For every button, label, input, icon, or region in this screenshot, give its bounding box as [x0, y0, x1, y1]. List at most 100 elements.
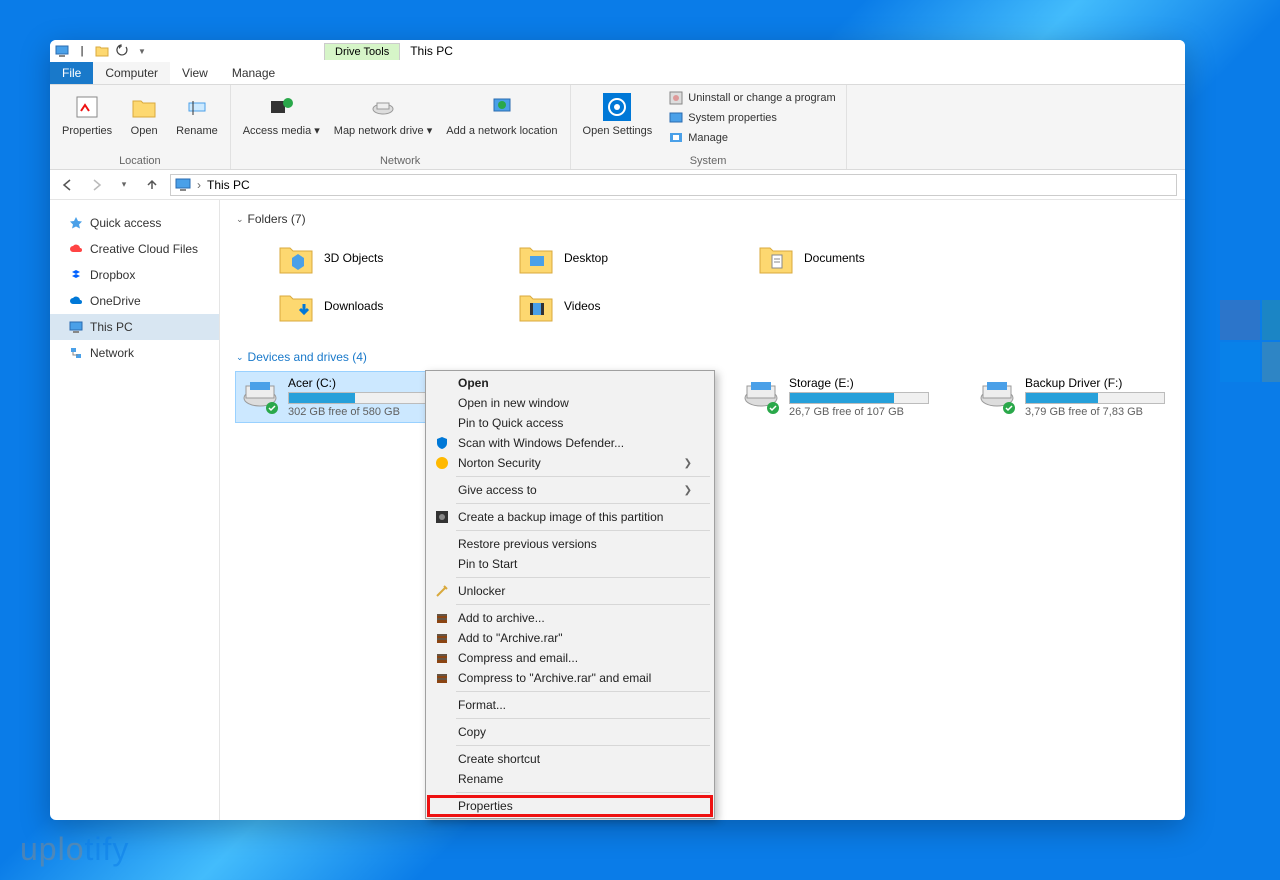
- group-label-network: Network: [239, 153, 562, 167]
- access-media-button[interactable]: Access media ▾: [239, 89, 324, 139]
- ribbon-group-location: Properties Open Rename Location: [50, 85, 231, 169]
- sidebar-item-onedrive[interactable]: OneDrive: [50, 288, 219, 314]
- separator: [456, 503, 710, 504]
- drive-c[interactable]: Acer (C:) 302 GB free of 580 GB: [236, 372, 432, 422]
- cm-restore-versions[interactable]: Restore previous versions: [428, 534, 712, 554]
- cm-give-access[interactable]: Give access to❯: [428, 480, 712, 500]
- sidebar-item-creative-cloud[interactable]: Creative Cloud Files: [50, 236, 219, 262]
- uninstall-program-button[interactable]: Uninstall or change a program: [666, 89, 837, 107]
- map-network-drive-button[interactable]: Map network drive ▾: [330, 89, 436, 139]
- folder-icon: [276, 286, 316, 326]
- devices-header[interactable]: ⌄Devices and drives (4): [236, 350, 1169, 364]
- ribbon: Properties Open Rename Location Access m…: [50, 85, 1185, 170]
- sidebar-item-dropbox[interactable]: Dropbox: [50, 262, 219, 288]
- cm-pin-start[interactable]: Pin to Start: [428, 554, 712, 574]
- drive-e[interactable]: Storage (E:) 26,7 GB free of 107 GB: [737, 372, 933, 422]
- cm-compress-rar-email[interactable]: Compress to "Archive.rar" and email: [428, 668, 712, 688]
- norton-icon: [434, 455, 450, 471]
- open-settings-button[interactable]: Open Settings: [579, 89, 657, 147]
- tab-manage[interactable]: Manage: [220, 62, 287, 84]
- manage-button[interactable]: Manage: [666, 129, 837, 147]
- wand-icon: [434, 583, 450, 599]
- ribbon-tabs: File Computer View Manage: [50, 62, 1185, 85]
- this-pc-icon: [54, 43, 70, 59]
- folder-icon[interactable]: [94, 43, 110, 59]
- folder-icon: [756, 238, 796, 278]
- this-pc-icon: [175, 178, 191, 192]
- drive-f[interactable]: Backup Driver (F:) 3,79 GB free of 7,83 …: [973, 372, 1169, 422]
- cm-backup-image[interactable]: Create a backup image of this partition: [428, 507, 712, 527]
- nav-back-icon[interactable]: [58, 175, 78, 195]
- cm-format[interactable]: Format...: [428, 695, 712, 715]
- context-menu: Open Open in new window Pin to Quick acc…: [425, 370, 715, 819]
- star-icon: [68, 215, 84, 231]
- folder-3d-objects[interactable]: 3D Objects: [276, 234, 456, 282]
- navigation-pane: Quick access Creative Cloud Files Dropbo…: [50, 200, 220, 820]
- tab-file[interactable]: File: [50, 62, 93, 84]
- separator: [456, 577, 710, 578]
- system-properties-button[interactable]: System properties: [666, 109, 837, 127]
- open-button[interactable]: Open: [122, 89, 166, 139]
- folder-documents[interactable]: Documents: [756, 234, 936, 282]
- shield-icon: [434, 435, 450, 451]
- add-network-location-button[interactable]: Add a network location: [442, 89, 561, 139]
- sidebar-item-this-pc[interactable]: This PC: [50, 314, 219, 340]
- drive-tools-contextual-tab[interactable]: Drive Tools: [324, 43, 400, 60]
- network-icon: [68, 345, 84, 361]
- breadcrumb-this-pc[interactable]: This PC: [207, 178, 250, 192]
- separator: [456, 745, 710, 746]
- quick-access-toolbar: | ▼: [50, 43, 154, 59]
- rename-button[interactable]: Rename: [172, 89, 222, 139]
- cm-create-shortcut[interactable]: Create shortcut: [428, 749, 712, 769]
- properties-button[interactable]: Properties: [58, 89, 116, 139]
- cm-compress-email[interactable]: Compress and email...: [428, 648, 712, 668]
- nav-forward-icon: [86, 175, 106, 195]
- window-title: This PC: [400, 42, 463, 60]
- folder-desktop[interactable]: Desktop: [516, 234, 696, 282]
- tab-view[interactable]: View: [170, 62, 220, 84]
- chevron-down-icon: ⌄: [236, 352, 244, 363]
- cm-open-new-window[interactable]: Open in new window: [428, 393, 712, 413]
- cm-norton[interactable]: Norton Security❯: [428, 453, 712, 473]
- cm-scan-defender[interactable]: Scan with Windows Defender...: [428, 433, 712, 453]
- drive-icon: [977, 376, 1017, 416]
- address-bar: ▾ › This PC: [50, 170, 1185, 200]
- tab-computer[interactable]: Computer: [93, 62, 170, 84]
- folders-header[interactable]: ⌄Folders (7): [236, 212, 1169, 226]
- sidebar-item-quick-access[interactable]: Quick access: [50, 210, 219, 236]
- dropdown-icon[interactable]: ▼: [134, 43, 150, 59]
- drive-name: Backup Driver (F:): [1025, 376, 1165, 390]
- sidebar-item-network[interactable]: Network: [50, 340, 219, 366]
- cm-pin-quick-access[interactable]: Pin to Quick access: [428, 413, 712, 433]
- qat-separator: |: [74, 43, 90, 59]
- cloud-icon: [68, 241, 84, 257]
- undo-icon[interactable]: [114, 43, 130, 59]
- cm-properties[interactable]: Properties: [428, 796, 712, 816]
- folder-downloads[interactable]: Downloads: [276, 282, 456, 330]
- separator: [456, 476, 710, 477]
- ribbon-group-system: Open Settings Uninstall or change a prog…: [571, 85, 847, 169]
- separator: [456, 691, 710, 692]
- nav-recent-icon[interactable]: ▾: [114, 175, 134, 195]
- dropbox-icon: [68, 267, 84, 283]
- cm-unlocker[interactable]: Unlocker: [428, 581, 712, 601]
- cm-add-archive[interactable]: Add to archive...: [428, 608, 712, 628]
- separator: [456, 604, 710, 605]
- winrar-icon: [434, 610, 450, 626]
- drive-icon: [240, 376, 280, 416]
- separator: [456, 530, 710, 531]
- folder-videos[interactable]: Videos: [516, 282, 696, 330]
- cm-open[interactable]: Open: [428, 373, 712, 393]
- group-label-system: System: [579, 153, 838, 167]
- onedrive-icon: [68, 293, 84, 309]
- cm-add-archive-rar[interactable]: Add to "Archive.rar": [428, 628, 712, 648]
- nav-up-icon[interactable]: [142, 175, 162, 195]
- folder-icon: [516, 286, 556, 326]
- drive-free-text: 302 GB free of 580 GB: [288, 406, 428, 418]
- folder-icon: [276, 238, 316, 278]
- address-input[interactable]: › This PC: [170, 174, 1177, 196]
- chevron-right-icon: ❯: [684, 458, 692, 469]
- cm-copy[interactable]: Copy: [428, 722, 712, 742]
- ribbon-group-network: Access media ▾ Map network drive ▾ Add a…: [231, 85, 571, 169]
- cm-rename[interactable]: Rename: [428, 769, 712, 789]
